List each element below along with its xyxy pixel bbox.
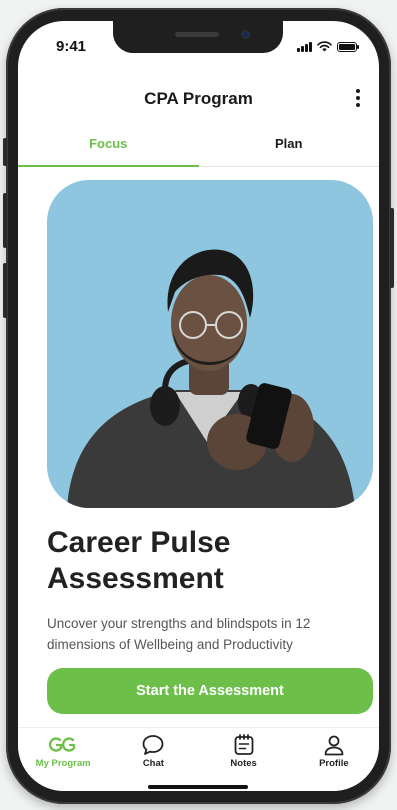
status-icons bbox=[297, 41, 359, 52]
signal-icon bbox=[297, 41, 312, 52]
man-with-phone-illustration bbox=[67, 249, 355, 508]
status-time: 9:41 bbox=[56, 38, 87, 55]
program-logo-icon bbox=[49, 737, 76, 752]
volume-up-button bbox=[3, 193, 7, 248]
nav-item-notes[interactable]: Notes bbox=[199, 728, 289, 791]
nav-item-profile[interactable]: Profile bbox=[289, 728, 379, 791]
nav-label-notes: Notes bbox=[230, 758, 257, 769]
page-title: CPA Program bbox=[144, 89, 253, 108]
tab-focus[interactable]: Focus bbox=[18, 129, 199, 167]
nav-item-chat[interactable]: Chat bbox=[108, 728, 198, 791]
hero-image bbox=[47, 180, 373, 508]
assessment-title: Career Pulse Assessment bbox=[47, 525, 230, 597]
bottom-nav: My Program Chat Notes Profile bbox=[18, 727, 379, 791]
camera-icon bbox=[241, 30, 250, 39]
start-assessment-button[interactable]: Start the Assessment bbox=[47, 668, 373, 714]
app-screen: 9:41 CPA Program Focus Plan Career Pulse… bbox=[18, 21, 379, 791]
nav-item-my-program[interactable]: My Program bbox=[18, 728, 108, 791]
tab-plan[interactable]: Plan bbox=[199, 129, 380, 166]
power-button bbox=[390, 208, 394, 288]
wifi-icon bbox=[317, 41, 332, 52]
notes-icon bbox=[234, 734, 254, 755]
chat-bubble-icon bbox=[142, 735, 164, 755]
assessment-title-line1: Career Pulse bbox=[47, 526, 231, 559]
phone-frame: 9:41 CPA Program Focus Plan Career Pulse… bbox=[3, 8, 394, 804]
nav-label-chat: Chat bbox=[142, 758, 164, 769]
volume-down-button bbox=[3, 263, 7, 318]
speaker bbox=[175, 32, 219, 37]
home-indicator bbox=[148, 785, 248, 789]
nav-label-my-program: My Program bbox=[35, 758, 91, 769]
battery-icon bbox=[337, 41, 359, 52]
nav-label-profile: Profile bbox=[319, 758, 349, 769]
assessment-description: Uncover your strengths and blindspots in… bbox=[47, 616, 311, 652]
assessment-title-line2: Assessment bbox=[47, 562, 224, 595]
tab-bar: Focus Plan bbox=[18, 129, 379, 167]
notch bbox=[113, 21, 283, 53]
more-vertical-icon[interactable] bbox=[351, 87, 365, 109]
user-icon bbox=[324, 735, 344, 756]
mute-switch bbox=[3, 138, 7, 166]
